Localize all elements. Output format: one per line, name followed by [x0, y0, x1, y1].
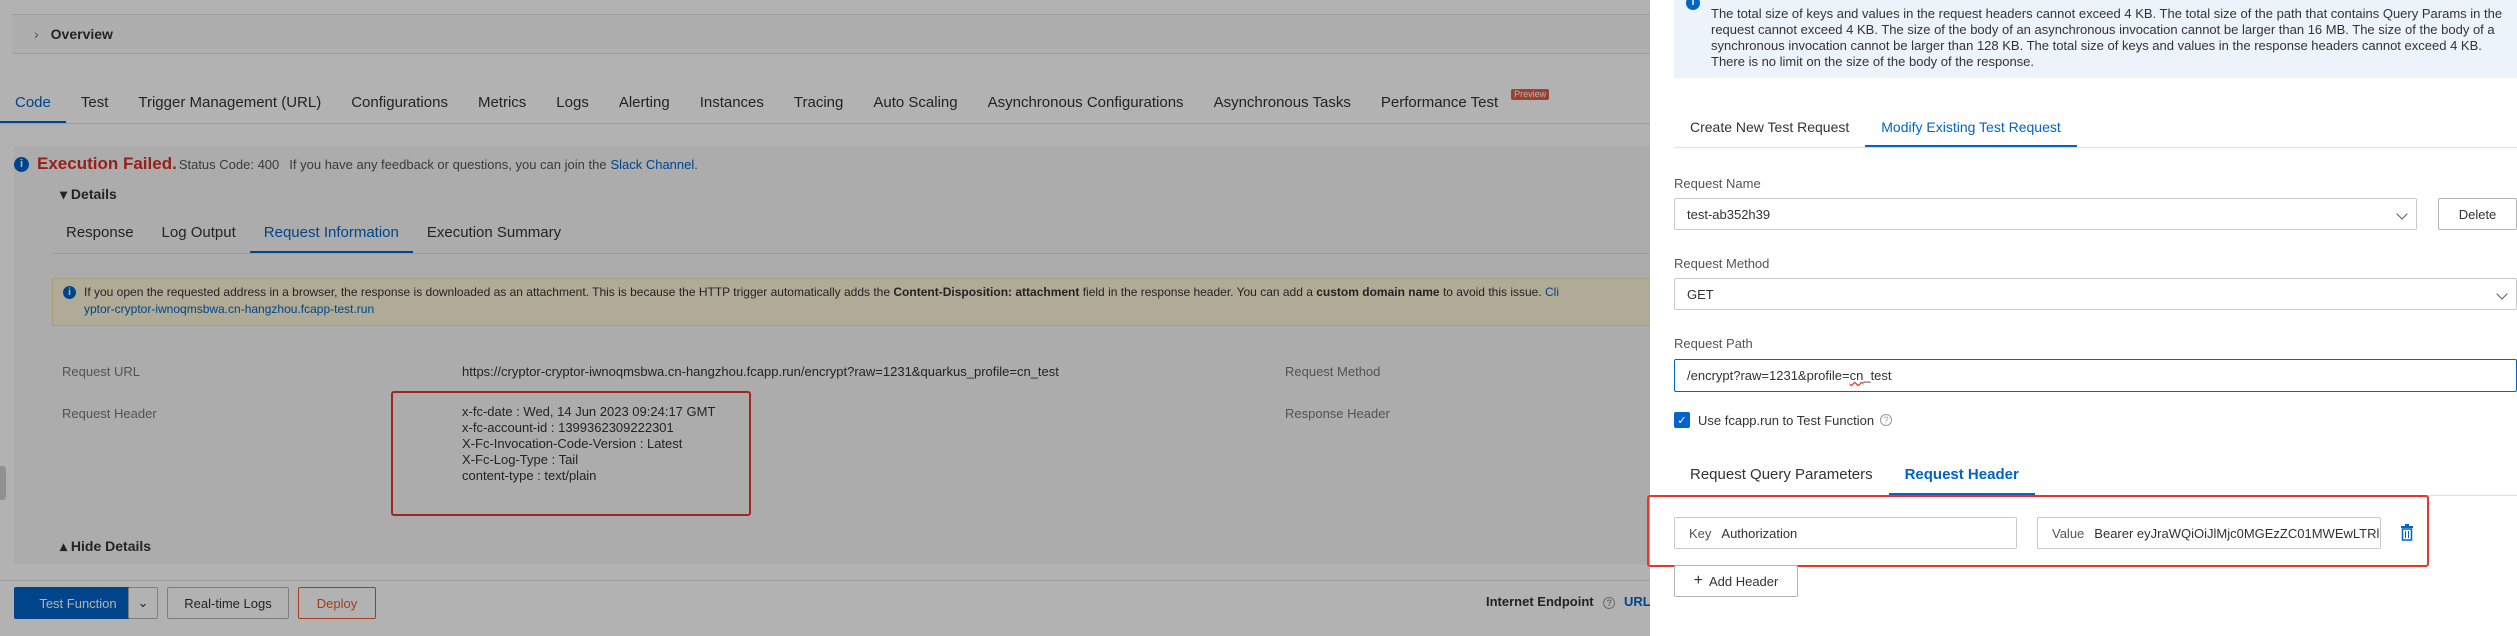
- subtab-request-information[interactable]: Request Information: [249, 214, 413, 253]
- tab-request-header[interactable]: Request Header: [1888, 456, 2035, 495]
- endpoint-url-link[interactable]: URL: [1624, 594, 1650, 609]
- caret-down-icon: ▾: [60, 186, 68, 202]
- use-fcapp-option[interactable]: ✓ Use fcapp.run to Test Function ?: [1674, 412, 1893, 428]
- info-icon: i: [14, 156, 29, 172]
- request-method-label: Request Method: [1285, 364, 1381, 379]
- slack-channel-link[interactable]: Slack Channel: [610, 157, 694, 172]
- tab-metrics[interactable]: Metrics: [463, 84, 541, 123]
- plus-icon: +: [1693, 572, 1703, 589]
- request-name-label: Request Name: [1674, 176, 1761, 191]
- highlight-box-request-header: [391, 391, 751, 516]
- chevron-down-icon: [2396, 208, 2408, 220]
- info-icon: i: [63, 286, 76, 299]
- function-detail-panel: › Overview Code Test Trigger Management …: [0, 0, 1650, 636]
- test-dropdown-button[interactable]: ⌄: [128, 587, 158, 619]
- function-tabs: Code Test Trigger Management (URL) Confi…: [0, 84, 1650, 124]
- request-name-select[interactable]: test-ab352h39: [1674, 198, 2417, 230]
- side-panel-handle[interactable]: [0, 466, 6, 500]
- overview-section[interactable]: › Overview: [12, 14, 1650, 54]
- caret-up-icon: ▴: [60, 538, 68, 554]
- test-request-tabs: Create New Test Request Modify Existing …: [1674, 108, 2517, 148]
- chevron-down-icon: [2496, 288, 2508, 300]
- subtab-response[interactable]: Response: [52, 214, 148, 253]
- internet-endpoint-label: Internet Endpoint ?: [1486, 594, 1616, 609]
- tab-tracing[interactable]: Tracing: [779, 84, 858, 123]
- realtime-logs-button[interactable]: Real-time Logs: [167, 587, 289, 619]
- subtab-log-output[interactable]: Log Output: [148, 214, 250, 253]
- tab-instances[interactable]: Instances: [685, 84, 779, 123]
- test-function-button[interactable]: Test Function: [14, 587, 142, 619]
- request-method-label: Request Method: [1674, 256, 1770, 271]
- execution-result-area: [14, 146, 1650, 564]
- request-method-select[interactable]: GET: [1674, 278, 2517, 310]
- tab-async-tasks[interactable]: Asynchronous Tasks: [1199, 84, 1366, 123]
- add-header-button[interactable]: + Add Header: [1674, 565, 1798, 597]
- tab-alerting[interactable]: Alerting: [604, 84, 685, 123]
- period-text: .: [694, 156, 698, 172]
- result-subtabs: Response Log Output Request Information …: [52, 214, 1650, 254]
- tab-create-new-test-request[interactable]: Create New Test Request: [1674, 108, 1865, 147]
- size-limit-text: The total size of keys and values in the…: [1711, 6, 2503, 69]
- execution-failed-label: Execution Failed.: [37, 154, 177, 173]
- request-url-value: https://cryptor-cryptor-iwnoqmsbwa.cn-ha…: [462, 364, 1059, 379]
- status-code: Status Code: 400: [178, 156, 280, 172]
- notice-link[interactable]: Cli: [1545, 285, 1559, 299]
- tab-configurations[interactable]: Configurations: [336, 84, 463, 123]
- request-path-input[interactable]: /encrypt?raw=1231&profile= cn _test: [1674, 359, 2517, 392]
- use-fcapp-label: Use fcapp.run to Test Function: [1698, 412, 1875, 428]
- checkbox-checked-icon[interactable]: ✓: [1674, 412, 1690, 428]
- deploy-button[interactable]: Deploy: [298, 587, 376, 619]
- notice-link-continued[interactable]: yptor-cryptor-iwnoqmsbwa.cn-hangzhou.fca…: [84, 302, 1641, 316]
- tab-modify-existing-test-request[interactable]: Modify Existing Test Request: [1865, 108, 2077, 147]
- help-icon[interactable]: ?: [1603, 597, 1616, 609]
- request-params-tabs: Request Query Parameters Request Header: [1674, 456, 2517, 496]
- request-header-label: Request Header: [62, 406, 157, 421]
- details-toggle[interactable]: ▾ Details: [60, 186, 117, 203]
- response-header-label: Response Header: [1285, 406, 1390, 421]
- tab-trigger-management[interactable]: Trigger Management (URL): [123, 84, 336, 123]
- tab-auto-scaling[interactable]: Auto Scaling: [858, 84, 972, 123]
- subtab-execution-summary[interactable]: Execution Summary: [413, 214, 575, 253]
- delete-button[interactable]: Delete: [2438, 198, 2517, 230]
- execution-status: i Execution Failed. Status Code: 400 If …: [14, 154, 698, 174]
- tab-performance-test[interactable]: Performance Test Preview: [1366, 84, 1550, 123]
- preview-badge: Preview: [1511, 89, 1550, 100]
- tab-async-configurations[interactable]: Asynchronous Configurations: [973, 84, 1199, 123]
- highlight-box-header-row: [1647, 495, 2429, 567]
- help-icon[interactable]: ?: [1880, 414, 1893, 426]
- overview-label: Overview: [50, 26, 113, 42]
- feedback-text: If you have any feedback or questions, y…: [289, 156, 607, 172]
- hide-details-toggle[interactable]: ▴ Hide Details: [60, 538, 151, 555]
- attachment-notice: i If you open the requested address in a…: [52, 278, 1650, 326]
- tab-test[interactable]: Test: [66, 84, 124, 123]
- chevron-down-icon: ⌄: [137, 595, 149, 610]
- request-path-label: Request Path: [1674, 336, 1753, 351]
- info-icon: i: [1686, 0, 1700, 10]
- tab-request-query-parameters[interactable]: Request Query Parameters: [1674, 456, 1889, 495]
- chevron-right-icon: ›: [34, 26, 39, 42]
- tab-code[interactable]: Code: [0, 84, 66, 123]
- size-limit-notice: i The total size of keys and values in t…: [1674, 0, 2517, 78]
- tab-logs[interactable]: Logs: [541, 84, 604, 123]
- request-url-label: Request URL: [62, 364, 141, 379]
